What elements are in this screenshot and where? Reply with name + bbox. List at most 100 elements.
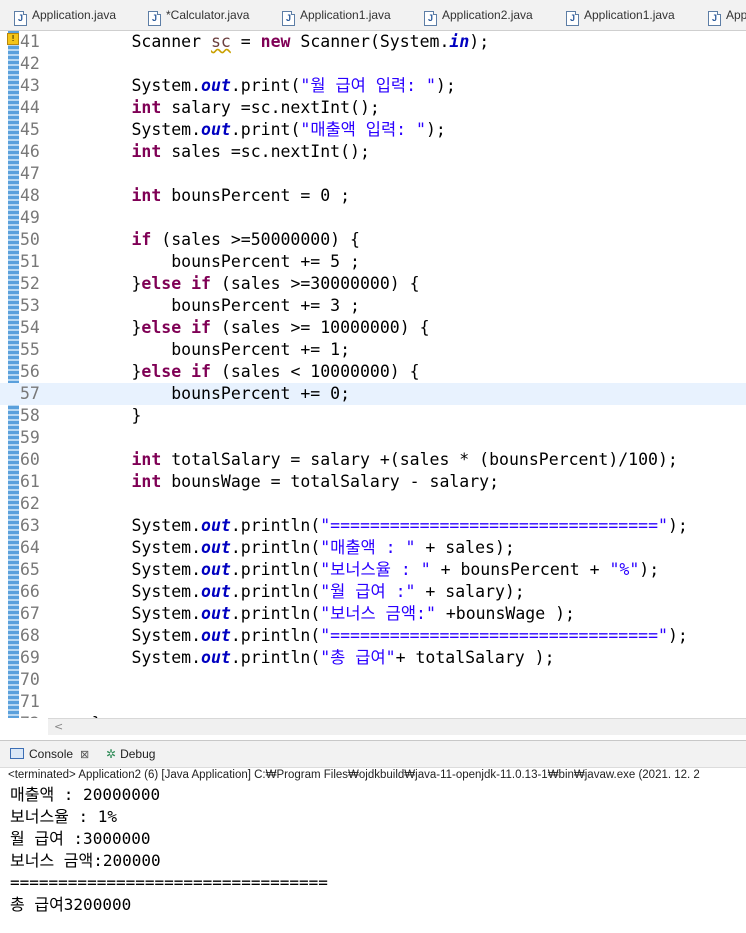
line-number: 71 <box>20 692 40 711</box>
line-number: 50 <box>20 230 40 249</box>
line-number: 54 <box>20 318 40 337</box>
line-number: 45 <box>20 120 40 139</box>
line-number: 52 <box>20 274 40 293</box>
line-number: 59 <box>20 428 40 447</box>
code-text: int bounsPercent = 0 ; <box>131 186 351 205</box>
line-number: 53 <box>20 296 40 315</box>
code-text: int bounsWage = totalSalary - salary; <box>131 472 500 491</box>
java-file-icon: J <box>566 11 579 26</box>
code-text: Scanner sc = new Scanner(System.in); <box>131 32 490 51</box>
line-number: 70 <box>20 670 40 689</box>
console-icon <box>10 748 24 759</box>
java-file-icon: J <box>14 11 27 26</box>
code-line[interactable]: 54 }else if (sales >= 10000000) { <box>0 317 746 339</box>
code-text: System.out.println("총 급여"+ totalSalary )… <box>131 648 555 667</box>
code-line[interactable]: 68 System.out.println("=================… <box>0 625 746 647</box>
line-number: 65 <box>20 560 40 579</box>
java-file-icon: J <box>148 11 161 26</box>
java-file-icon: J <box>282 11 295 26</box>
code-text: int totalSalary = salary +(sales * (boun… <box>131 450 678 469</box>
code-line[interactable]: 46 int sales =sc.nextInt(); <box>0 141 746 163</box>
code-line[interactable]: 66 System.out.println("월 급여 :" + salary)… <box>0 581 746 603</box>
console-output-line: 보너스 금액:200000 <box>10 851 161 870</box>
line-number: 58 <box>20 406 40 425</box>
tab-application1[interactable]: J Application1.java <box>282 0 391 30</box>
code-text: System.out.println("보너스율 : " + bounsPerc… <box>131 560 660 579</box>
code-line[interactable]: 44 int salary =sc.nextInt(); <box>0 97 746 119</box>
console-output-line: 매출액 : 20000000 <box>10 785 161 804</box>
code-line[interactable]: 61 int bounsWage = totalSalary - salary; <box>0 471 746 493</box>
code-line[interactable]: 65 System.out.println("보너스율 : " + bounsP… <box>0 559 746 581</box>
code-line[interactable]: 62 <box>0 493 746 515</box>
horizontal-scrollbar[interactable]: < <box>48 718 746 735</box>
code-line[interactable]: 57 bounsPercent += 0; <box>0 383 746 405</box>
tab-application1-b[interactable]: J Application1.java <box>566 0 675 30</box>
warning-icon[interactable]: ! <box>7 33 19 45</box>
code-line[interactable]: 58 } <box>0 405 746 427</box>
line-number: 72 <box>20 713 42 718</box>
code-line[interactable]: 42 <box>0 53 746 75</box>
code-line[interactable]: 60 int totalSalary = salary +(sales * (b… <box>0 449 746 471</box>
code-line[interactable]: 53 bounsPercent += 3 ; <box>0 295 746 317</box>
tab-application2[interactable]: J Application2.java <box>424 0 533 30</box>
line-number: 57 <box>20 384 40 403</box>
close-icon[interactable]: ⊠ <box>80 749 89 761</box>
console-output-line: 총 급여3200000 <box>10 895 132 914</box>
code-line[interactable]: 45 System.out.print("매출액 입력: "); <box>0 119 746 141</box>
code-line[interactable]: 59 <box>0 427 746 449</box>
console-status: <terminated> Application2 (6) [Java Appl… <box>8 769 700 781</box>
line-number: 56 <box>20 362 40 381</box>
code-line[interactable]: 41! Scanner sc = new Scanner(System.in); <box>0 31 746 53</box>
java-file-icon: J <box>424 11 437 26</box>
tab-console[interactable]: Console ⊠ <box>10 741 89 767</box>
code-text: System.out.println("월 급여 :" + salary); <box>131 582 525 601</box>
tab-app[interactable]: J App <box>708 0 746 30</box>
code-text: System.out.println("매출액 : " + sales); <box>131 538 515 557</box>
code-line[interactable]: 51 bounsPercent += 5 ; <box>0 251 746 273</box>
line-number: 55 <box>20 340 40 359</box>
code-text: }else if (sales >= 10000000) { <box>131 318 430 337</box>
code-text: if (sales >=50000000) { <box>131 230 360 249</box>
code-editor[interactable]: 41! Scanner sc = new Scanner(System.in);… <box>0 31 746 718</box>
line-number: 66 <box>20 582 40 601</box>
code-line[interactable]: 71 <box>0 691 746 713</box>
code-line[interactable]: 50 if (sales >=50000000) { <box>0 229 746 251</box>
code-line[interactable]: 55 bounsPercent += 1; <box>0 339 746 361</box>
code-text: }else if (sales < 10000000) { <box>131 362 420 381</box>
code-line[interactable]: 56 }else if (sales < 10000000) { <box>0 361 746 383</box>
code-line[interactable]: 49 <box>0 207 746 229</box>
code-line[interactable]: 47 <box>0 163 746 185</box>
console-output-line: ================================= <box>10 873 328 892</box>
line-number: 41 <box>20 32 40 51</box>
editor-tab-bar: J Application.java J *Calculator.java J App… <box>0 0 746 31</box>
line-number: 63 <box>20 516 40 535</box>
code-line[interactable]: 70 <box>0 669 746 691</box>
code-text: System.out.println("====================… <box>131 626 688 645</box>
line-number: 68 <box>20 626 40 645</box>
code-line[interactable]: 52 }else if (sales >=30000000) { <box>0 273 746 295</box>
code-line[interactable]: 69 System.out.println("총 급여"+ totalSalar… <box>0 647 746 669</box>
line-number: 60 <box>20 450 40 469</box>
code-line[interactable]: 43 System.out.print("월 급여 입력: "); <box>0 75 746 97</box>
code-text: System.out.print("월 급여 입력: "); <box>131 76 456 95</box>
console-output-line: 보너스율 : 1% <box>10 807 118 826</box>
code-text: System.out.println("보너스 금액:" +bounsWage … <box>131 604 575 623</box>
line-number: 46 <box>20 142 40 161</box>
scroll-left-icon[interactable]: < <box>54 719 63 735</box>
code-text: System.out.print("매출액 입력: "); <box>131 120 446 139</box>
tab-application[interactable]: J Application.java <box>14 0 116 30</box>
line-number: 43 <box>20 76 40 95</box>
code-line[interactable]: 48 int bounsPercent = 0 ; <box>0 185 746 207</box>
tab-calculator[interactable]: J *Calculator.java <box>148 0 249 30</box>
code-text: bounsPercent += 0; <box>171 384 351 403</box>
java-file-icon: J <box>708 11 721 26</box>
code-line[interactable]: 63 System.out.println("=================… <box>0 515 746 537</box>
code-line[interactable]: 64 System.out.println("매출액 : " + sales); <box>0 537 746 559</box>
tab-debug[interactable]: ✲ Debug <box>106 741 155 767</box>
line-number: 48 <box>20 186 40 205</box>
code-text: System.out.println("====================… <box>131 516 688 535</box>
code-line[interactable]: 67 System.out.println("보너스 금액:" +bounsWa… <box>0 603 746 625</box>
line-number: 44 <box>20 98 40 117</box>
console-tab-bar: Console ⊠ ✲ Debug <box>0 740 746 768</box>
line-number: 67 <box>20 604 40 623</box>
